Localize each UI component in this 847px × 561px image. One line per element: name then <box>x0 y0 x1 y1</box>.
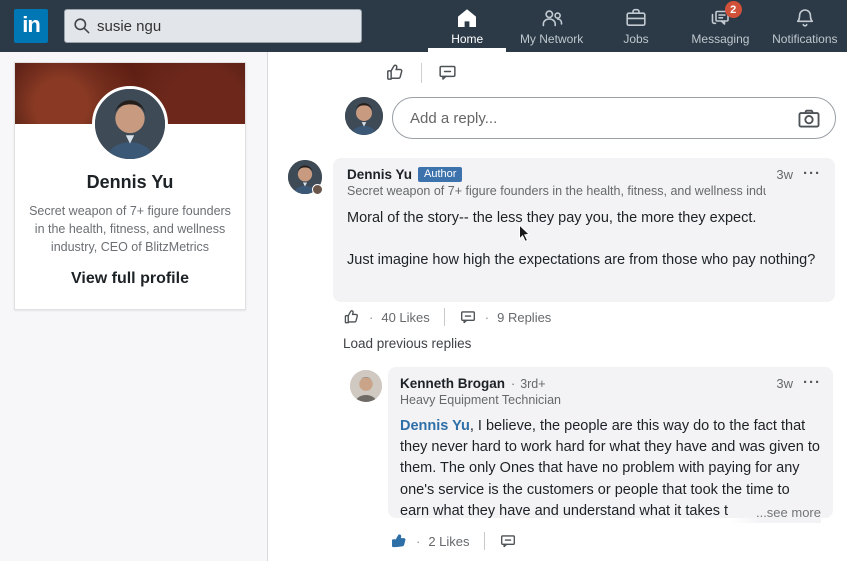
top-navbar: in Home My Network Jobs 2 Messaging Noti… <box>0 0 847 52</box>
like-icon[interactable] <box>385 62 406 83</box>
comment-icon[interactable] <box>499 532 517 550</box>
search-box <box>64 9 362 43</box>
load-previous-replies-link[interactable]: Load previous replies <box>343 336 471 351</box>
comment-timestamp: 3w <box>776 167 793 182</box>
reply-author-headline: Heavy Equipment Technician <box>400 393 561 407</box>
profile-card: Dennis Yu Secret weapon of 7+ figure fou… <box>14 62 246 310</box>
post-actions <box>385 62 458 83</box>
divider <box>421 63 422 83</box>
feed-column: Dennis Yu Author Secret weapon of 7+ fig… <box>268 52 847 561</box>
profile-name: Dennis Yu <box>15 172 245 193</box>
my-network-icon <box>540 6 564 30</box>
comment-icon[interactable] <box>437 62 458 83</box>
reply-overflow-menu[interactable]: ··· <box>803 376 821 389</box>
comment-paragraph: Moral of the story-- the less they pay y… <box>347 208 821 229</box>
home-icon <box>455 6 479 30</box>
replies-count[interactable]: 9 Replies <box>497 310 551 325</box>
primary-nav: Home My Network Jobs 2 Messaging Notific… <box>425 0 847 52</box>
nav-item-home[interactable]: Home <box>425 0 509 52</box>
reply-input-pill <box>392 97 836 139</box>
search-input[interactable] <box>64 9 362 43</box>
nav-label: Messaging <box>691 32 749 46</box>
search-icon <box>72 16 91 35</box>
see-more-link[interactable]: ...see more <box>730 502 821 523</box>
camera-icon[interactable] <box>796 106 822 132</box>
divider <box>444 308 445 326</box>
comment-bubble: Dennis Yu Author Secret weapon of 7+ fig… <box>333 158 835 302</box>
comment-author-headline: Secret weapon of 7+ figure founders in t… <box>347 184 766 198</box>
comment-author-name[interactable]: Dennis Yu <box>347 167 412 182</box>
reply-bubble: Kenneth Brogan · 3rd+ Heavy Equipment Te… <box>388 367 833 518</box>
reply-author-avatar[interactable] <box>350 370 382 402</box>
dot-separator: · <box>511 377 515 391</box>
reply-input[interactable] <box>393 98 835 138</box>
mouse-cursor <box>518 224 533 244</box>
comment-body: Moral of the story-- the less they pay y… <box>347 208 821 271</box>
connection-degree: 3rd+ <box>520 377 545 391</box>
messaging-badge: 2 <box>725 1 742 18</box>
mention-link[interactable]: Dennis Yu <box>400 418 470 434</box>
composer-avatar <box>345 97 383 135</box>
dot-separator: · <box>416 534 420 549</box>
reply-author-name[interactable]: Kenneth Brogan <box>400 376 505 391</box>
nav-label: Notifications <box>772 32 837 46</box>
view-full-profile-link[interactable]: View full profile <box>15 270 245 288</box>
linkedin-logo[interactable]: in <box>14 9 48 43</box>
left-sidebar: Dennis Yu Secret weapon of 7+ figure fou… <box>0 52 268 561</box>
nav-label: Home <box>451 32 483 46</box>
likes-count[interactable]: 2 Likes <box>428 534 469 549</box>
nav-item-jobs[interactable]: Jobs <box>594 0 678 52</box>
reply-social-row: · 2 Likes <box>390 532 517 550</box>
profile-headline: Secret weapon of 7+ figure founders in t… <box>24 202 236 256</box>
nav-item-notifications[interactable]: Notifications <box>763 0 847 52</box>
comment-social-row: · 40 Likes · 9 Replies <box>343 308 551 326</box>
jobs-icon <box>624 6 648 30</box>
author-badge: Author <box>418 167 462 182</box>
dot-separator: · <box>485 310 489 325</box>
reply-composer <box>345 97 836 139</box>
like-icon-filled[interactable] <box>390 532 408 550</box>
profile-avatar[interactable] <box>92 86 168 162</box>
nav-item-my-network[interactable]: My Network <box>509 0 593 52</box>
comment-paragraph: Just imagine how high the expectations a… <box>347 250 821 271</box>
nav-label: Jobs <box>623 32 648 46</box>
comment-overflow-menu[interactable]: ··· <box>803 167 821 180</box>
divider <box>484 532 485 550</box>
likes-count[interactable]: 40 Likes <box>381 310 429 325</box>
dot-separator: · <box>369 310 373 325</box>
notifications-icon <box>793 6 817 30</box>
nav-label: My Network <box>520 32 583 46</box>
nav-item-messaging[interactable]: 2 Messaging <box>678 0 762 52</box>
presence-dot <box>312 184 323 195</box>
comment-icon[interactable] <box>459 308 477 326</box>
like-icon[interactable] <box>343 308 361 326</box>
reply-body: Dennis Yu, I believe, the people are thi… <box>400 416 821 523</box>
reply-timestamp: 3w <box>776 376 793 391</box>
